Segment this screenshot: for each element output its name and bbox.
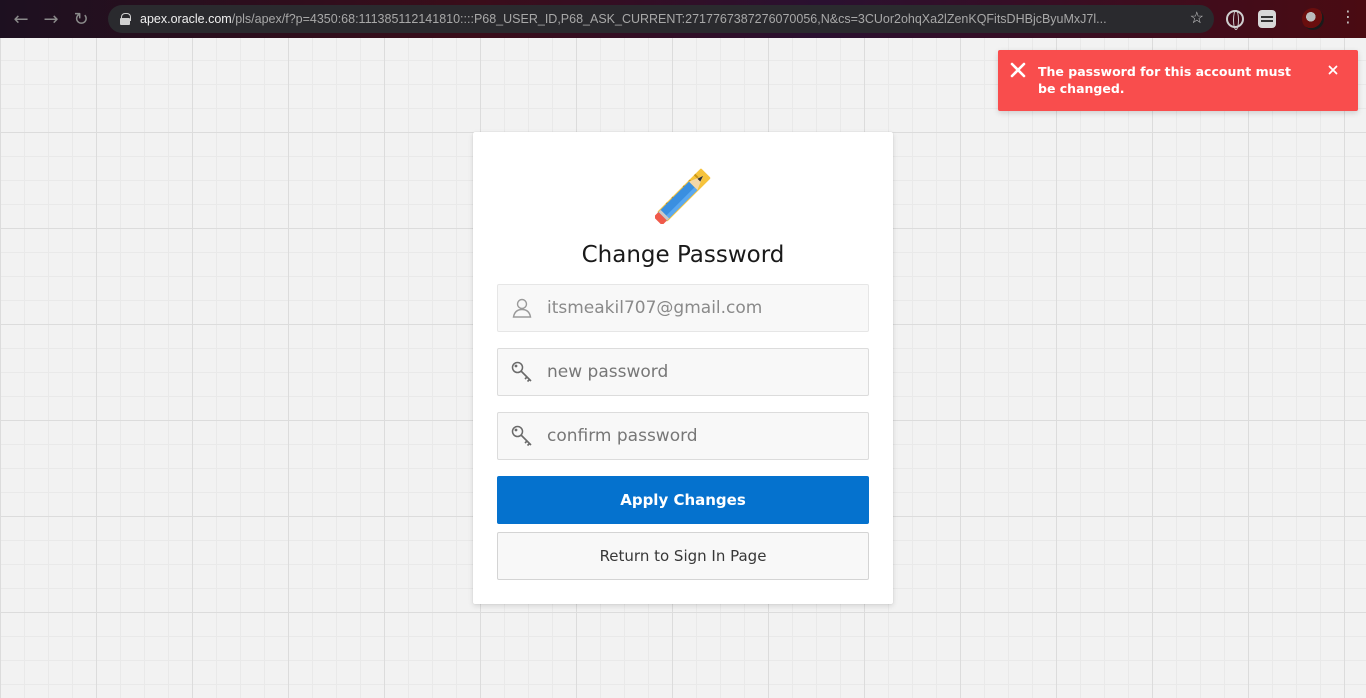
username-field[interactable] xyxy=(497,284,869,332)
profile-avatar[interactable] xyxy=(1302,8,1324,30)
key-icon xyxy=(510,424,534,448)
key-icon xyxy=(510,360,534,384)
close-icon[interactable] xyxy=(1326,63,1340,77)
url-path: /pls/apex/f?p=4350:68:111385112141810:::… xyxy=(231,12,1107,26)
browser-menu-icon[interactable]: ⋮ xyxy=(1340,9,1356,25)
reload-icon[interactable]: ↻ xyxy=(66,4,96,34)
confirm-password-field[interactable] xyxy=(497,412,869,460)
address-bar[interactable]: apex.oracle.com/pls/apex/f?p=4350:68:111… xyxy=(108,5,1214,33)
username-input[interactable] xyxy=(547,285,868,331)
error-x-icon xyxy=(1010,62,1026,78)
apply-changes-button[interactable]: Apply Changes xyxy=(497,476,869,524)
confirm-password-input[interactable] xyxy=(547,413,868,459)
change-password-card: Change Password A xyxy=(473,132,893,604)
browser-toolbar: ← → ↻ apex.oracle.com/pls/apex/f?p=4350:… xyxy=(0,0,1366,38)
forward-arrow-icon[interactable]: → xyxy=(36,4,66,34)
globe-extension-icon[interactable] xyxy=(1226,10,1244,30)
url-host: apex.oracle.com xyxy=(140,12,232,26)
error-notification: The password for this account must be ch… xyxy=(998,50,1358,111)
return-to-sign-in-button[interactable]: Return to Sign In Page xyxy=(497,532,869,580)
page-title: Change Password xyxy=(581,242,785,268)
new-password-field[interactable] xyxy=(497,348,869,396)
user-icon xyxy=(510,296,534,320)
new-password-input[interactable] xyxy=(547,349,868,395)
pencil-ruler-icon xyxy=(655,168,711,224)
lock-icon xyxy=(120,13,131,25)
chat-extension-icon[interactable] xyxy=(1258,10,1276,28)
error-message: The password for this account must be ch… xyxy=(1038,64,1291,96)
bookmark-star-icon[interactable]: ☆ xyxy=(1190,8,1204,28)
back-arrow-icon[interactable]: ← xyxy=(6,4,36,34)
